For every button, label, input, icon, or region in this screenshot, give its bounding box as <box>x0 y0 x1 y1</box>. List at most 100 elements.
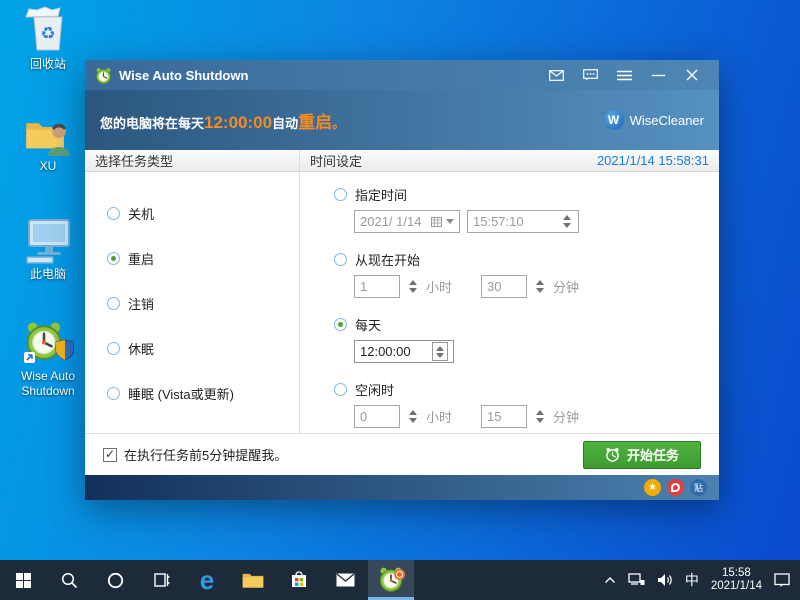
close-button[interactable] <box>675 60 709 90</box>
spinner-arrows[interactable] <box>534 410 546 423</box>
daily-time-value: 12:00:00 <box>360 344 411 359</box>
window-content: 选择任务类型 关机 重启 注销 <box>85 150 719 433</box>
start-task-button[interactable]: 开始任务 <box>583 441 701 469</box>
option-specified-time[interactable]: 指定时间 <box>334 185 719 204</box>
window-statusbar: ★ 贴 <box>85 475 719 500</box>
current-datetime: 2021/1/14 15:58:31 <box>597 153 709 168</box>
mail-icon[interactable] <box>539 60 573 90</box>
desktop-icon-xu-folder[interactable]: XU <box>10 112 86 174</box>
option-label: 从现在开始 <box>355 250 420 269</box>
network-icon[interactable] <box>628 573 645 587</box>
reminder-label: 在执行任务前5分钟提醒我。 <box>124 445 287 464</box>
search-icon <box>61 572 78 589</box>
cortana-icon <box>107 572 124 589</box>
schedule-summary: 您的电脑将在每天12:00:00自动重启。 <box>100 108 345 133</box>
svg-text:♻: ♻ <box>40 24 55 43</box>
rate-star-icon[interactable]: ★ <box>644 479 661 496</box>
wisecleaner-logo-icon: W <box>604 110 624 130</box>
desktop-icon-wise-auto-shutdown[interactable]: Wise Auto Shutdown <box>10 318 86 399</box>
option-on-idle[interactable]: 空闲时 <box>334 380 719 399</box>
task-option-hibernate[interactable]: 休眠 <box>107 326 299 371</box>
banner-action: 重启 <box>298 108 332 133</box>
task-option-shutdown[interactable]: 关机 <box>107 191 299 236</box>
radio-icon <box>334 188 347 201</box>
task-option-restart[interactable]: 重启 <box>107 236 299 281</box>
minutes-value: 30 <box>487 279 501 294</box>
feedback-icon[interactable] <box>573 60 607 90</box>
option-label: 空闲时 <box>355 380 394 399</box>
hours-value: 1 <box>360 279 367 294</box>
minimize-button[interactable] <box>641 60 675 90</box>
wise-auto-shutdown-window: Wise Auto Shutdown <box>85 60 719 500</box>
user-folder-icon <box>23 112 73 156</box>
desktop-icon-label: XU <box>10 159 86 174</box>
hours-input[interactable]: 1 <box>354 275 400 298</box>
idle-minutes-input[interactable]: 15 <box>481 405 527 428</box>
menu-icon[interactable] <box>607 60 641 90</box>
wise-auto-shutdown-icon <box>22 318 74 366</box>
minutes-input[interactable]: 30 <box>481 275 527 298</box>
specified-time-spinner[interactable]: 15:57:10 <box>467 210 579 233</box>
store-button[interactable] <box>276 560 322 600</box>
window-titlebar: Wise Auto Shutdown <box>85 60 719 90</box>
mail-button[interactable] <box>322 560 368 600</box>
weibo-icon[interactable] <box>667 479 684 496</box>
hours-value: 0 <box>360 409 367 424</box>
banner-text: 。 <box>332 113 345 132</box>
start-button[interactable] <box>0 560 46 600</box>
radio-icon <box>107 207 120 220</box>
tray-chevron-icon[interactable] <box>604 576 616 584</box>
desktop-icon-recycle-bin[interactable]: ♻ 回收站 <box>10 6 86 72</box>
volume-icon[interactable] <box>657 573 673 587</box>
task-view-button[interactable] <box>138 560 184 600</box>
option-daily[interactable]: 每天 <box>334 315 719 334</box>
reminder-checkbox-row[interactable]: 在执行任务前5分钟提醒我。 <box>103 445 287 464</box>
desktop-icon-this-pc[interactable]: 此电脑 <box>10 218 86 282</box>
spinner-arrows[interactable] <box>534 280 546 293</box>
task-option-label: 注销 <box>128 294 154 313</box>
search-button[interactable] <box>46 560 92 600</box>
wise-auto-shutdown-taskbar-button[interactable] <box>368 560 414 600</box>
file-explorer-icon <box>242 571 264 589</box>
ime-indicator[interactable]: 中 <box>685 570 699 590</box>
minutes-unit: 分钟 <box>553 277 579 296</box>
schedule-banner: 您的电脑将在每天12:00:00自动重启。 W WiseCleaner <box>85 90 719 150</box>
hours-unit: 小时 <box>426 277 452 296</box>
daily-time-spinner[interactable]: 12:00:00 <box>354 340 454 363</box>
spinner-arrows[interactable] <box>561 215 573 228</box>
option-from-now[interactable]: 从现在开始 <box>334 250 719 269</box>
idle-section: 空闲时 0 小时 15 分钟 <box>334 380 719 428</box>
start-task-label: 开始任务 <box>627 445 679 464</box>
wisecleaner-brand-link[interactable]: W WiseCleaner <box>604 110 704 130</box>
spinner-arrows[interactable] <box>432 342 448 361</box>
task-view-icon <box>152 572 170 588</box>
this-pc-icon <box>23 218 73 264</box>
tray-time: 15:58 <box>722 567 751 579</box>
dropdown-caret-icon <box>446 219 454 224</box>
spinner-arrows[interactable] <box>407 280 419 293</box>
taskbar: e <box>0 560 800 600</box>
radio-icon <box>334 253 347 266</box>
spinner-arrows[interactable] <box>407 410 419 423</box>
cortana-button[interactable] <box>92 560 138 600</box>
action-center-icon[interactable] <box>774 573 790 588</box>
task-type-panel: 选择任务类型 关机 重启 注销 <box>85 150 300 433</box>
task-option-sleep[interactable]: 睡眠 (Vista或更新) <box>107 371 299 416</box>
date-value: 2021/ 1/14 <box>360 214 421 229</box>
file-explorer-button[interactable] <box>230 560 276 600</box>
tieba-icon[interactable]: 贴 <box>690 479 707 496</box>
store-icon <box>290 571 308 589</box>
idle-hours-input[interactable]: 0 <box>354 405 400 428</box>
banner-time: 12:00:00 <box>204 113 272 133</box>
radio-icon <box>107 342 120 355</box>
radio-icon <box>334 383 347 396</box>
date-picker[interactable]: 2021/ 1/14 <box>354 210 460 233</box>
minutes-value: 15 <box>487 409 501 424</box>
edge-button[interactable]: e <box>184 560 230 600</box>
tray-clock[interactable]: 15:58 2021/1/14 <box>711 567 762 594</box>
desktop-icon-label: 此电脑 <box>10 267 86 282</box>
task-option-logoff[interactable]: 注销 <box>107 281 299 326</box>
radio-icon <box>107 297 120 310</box>
minutes-unit: 分钟 <box>553 407 579 426</box>
windows-logo-icon <box>16 573 31 588</box>
